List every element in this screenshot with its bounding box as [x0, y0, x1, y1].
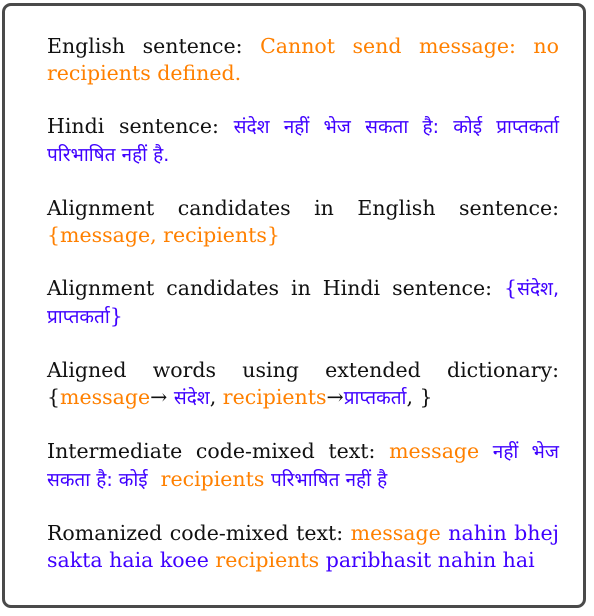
hindi-candidates-close-brace: } [109, 304, 123, 328]
aligned-pair-sep: , [209, 385, 217, 409]
figure-content: English sentence: Cannot send message: n… [47, 30, 559, 600]
english-sentence-label: English sentence: [47, 34, 243, 58]
arrow-icon: → [150, 385, 168, 409]
intermediate-segment-en: recipients [160, 467, 265, 491]
aligned-words-label: Aligned words using extended dictionary: [47, 358, 559, 382]
figure-frame: English sentence: Cannot send message: n… [2, 3, 586, 608]
aligned-pair-en: recipients [222, 385, 327, 409]
hindi-sentence-label: Hindi sentence: [47, 114, 219, 138]
intermediate-segment-en: message [389, 439, 480, 463]
aligned-pair-sep: , [406, 385, 414, 409]
hindi-candidates-block: Alignment candidates in Hindi sentence: … [47, 275, 559, 331]
aligned-pair-hi: प्राप्तकर्ता [343, 387, 407, 409]
romanized-segment-hi: paribhasit nahin hai [325, 548, 535, 572]
romanized-segment-en: recipients [215, 548, 320, 572]
english-candidates-label: Alignment candidates in English sentence… [47, 196, 559, 220]
intermediate-code-mixed-block: Intermediate code-mixed text: message नह… [47, 438, 559, 494]
aligned-words-block: Aligned words using extended dictionary:… [47, 357, 559, 412]
intermediate-label: Intermediate code-mixed text: [47, 439, 376, 463]
aligned-pair-en: message [60, 385, 151, 409]
hindi-candidates-open-brace: { [504, 276, 518, 300]
intermediate-segment-hi: परिभाषित नहीं है [270, 469, 388, 491]
english-candidates-block: Alignment candidates in English sentence… [47, 195, 559, 249]
romanized-code-mixed-block: Romanized code-mixed text: message nahin… [47, 520, 559, 574]
english-sentence-block: English sentence: Cannot send message: n… [47, 33, 559, 87]
hindi-sentence-block: Hindi sentence: संदेश नहीं भेज सकता है: … [47, 113, 559, 169]
hindi-candidates-label: Alignment candidates in Hindi sentence: [47, 276, 493, 300]
aligned-pair-hi: संदेश [173, 387, 210, 409]
arrow-icon: → [326, 385, 344, 409]
aligned-open-brace: { [47, 385, 61, 409]
romanized-segment-en: message [350, 521, 441, 545]
english-candidates-set: {message, recipients} [47, 223, 280, 247]
romanized-label: Romanized code-mixed text: [47, 521, 344, 545]
aligned-close-brace: } [419, 385, 433, 409]
